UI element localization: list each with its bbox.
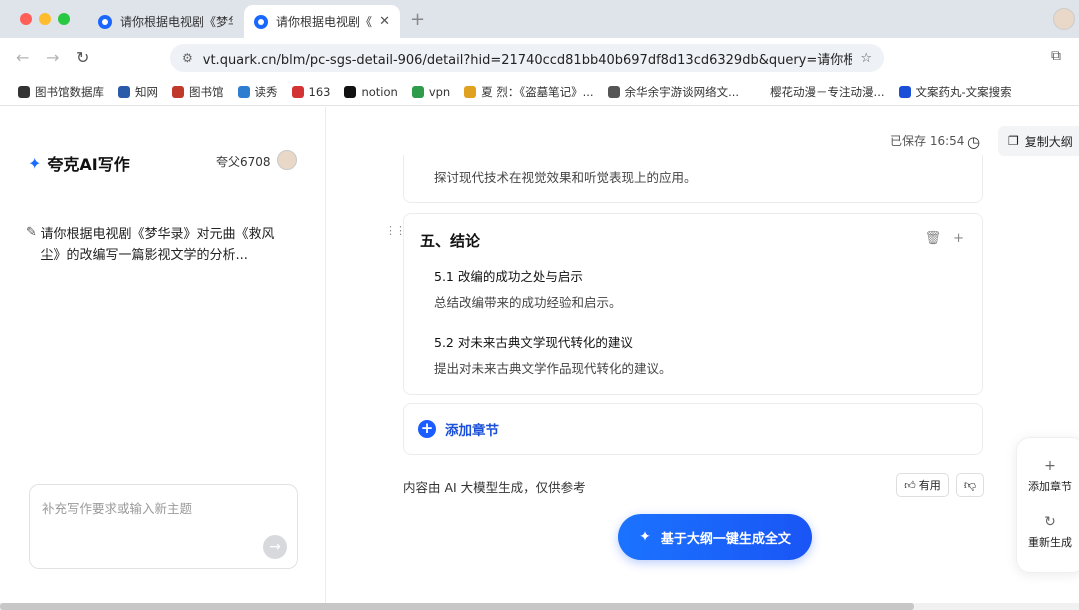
float-add-chapter-label: 添加章节 — [1028, 480, 1072, 493]
delete-icon[interactable]: 🗑 — [925, 231, 942, 246]
avatar[interactable] — [277, 150, 297, 170]
quark-favicon-icon — [254, 14, 268, 29]
username[interactable]: 夸父6708 — [216, 153, 271, 170]
bookmark-item[interactable]: vpn — [411, 85, 450, 99]
maximize-window-button[interactable] — [58, 13, 70, 25]
close-tab-icon[interactable]: ✕ — [379, 14, 390, 29]
bookmark-favicon-icon — [464, 85, 477, 98]
reload-icon[interactable]: ↻ — [76, 48, 89, 67]
section-title[interactable]: 五、结论 — [420, 230, 480, 251]
add-icon[interactable]: + — [953, 231, 964, 246]
bookmark-star-icon[interactable]: ☆ — [860, 51, 872, 66]
pen-icon: ✎ — [26, 225, 37, 240]
useful-label: 有用 — [918, 479, 941, 492]
browser-tab-bar: 请你根据电视剧《梦华 请你根据电视剧《 ✕ + — [0, 0, 1079, 38]
brand-logo[interactable]: ✦ 夸克AI写作 — [28, 151, 130, 175]
history-item-text: 请你根据电视剧《梦华录》对元曲《救风尘》的改编写一篇影视文学的分析... — [40, 227, 275, 263]
bookmark-item[interactable]: 知网 — [118, 84, 158, 100]
bookmark-favicon-icon — [411, 85, 424, 98]
dislike-button[interactable]: 👎︎ — [956, 473, 984, 497]
useful-button[interactable]: 👍︎ 有用 — [896, 473, 949, 497]
bookmark-item[interactable]: 读秀 — [237, 84, 278, 100]
brand-name: 夸克AI写作 — [47, 155, 130, 174]
bookmark-favicon-icon — [607, 85, 620, 98]
bookmark-item[interactable]: notion — [344, 85, 398, 99]
close-window-button[interactable] — [20, 13, 32, 25]
subsection-desc[interactable]: 提出对未来古典文学作品现代转化的建议。 — [434, 358, 672, 377]
history-item[interactable]: ✎ 请你根据电视剧《梦华录》对元曲《救风尘》的改编写一篇影视文学的分析... — [26, 224, 286, 266]
copy-outline-label: 复制大纲 — [1024, 134, 1073, 149]
bookmark-item[interactable]: 图书馆 — [172, 84, 224, 100]
generate-label: 基于大纲一键生成全文 — [660, 531, 791, 547]
site-settings-icon[interactable]: ⚙ — [182, 51, 193, 65]
sidebar: ✦ 夸克AI写作 夸父6708 ✎ 请你根据电视剧《梦华录》对元曲《救风尘》的改… — [0, 107, 326, 603]
bookmark-favicon-icon — [344, 85, 357, 98]
ai-disclaimer: 内容由 AI 大模型生成，仅供参考 — [403, 480, 586, 495]
back-arrow-icon[interactable]: ← — [16, 48, 29, 67]
refresh-icon: ↻ — [1044, 514, 1056, 530]
bookmark-favicon-icon — [291, 85, 304, 98]
address-bar-row: ← → ↻ ⚙ vt.quark.cn/blm/pc-sgs-detail-90… — [0, 38, 1079, 78]
copy-outline-button[interactable]: ❐ 复制大纲 — [998, 126, 1079, 156]
section-actions: 🗑 + — [925, 231, 964, 246]
quark-favicon-icon — [98, 14, 112, 29]
bookmark-favicon-icon — [898, 85, 911, 98]
history-clock-icon[interactable]: ◷ — [967, 133, 980, 151]
new-tab-button[interactable]: + — [410, 9, 425, 30]
generate-full-text-button[interactable]: ✦ 基于大纲一键生成全文 — [618, 514, 812, 560]
bookmark-item[interactable]: 图书馆数据库 — [18, 84, 104, 100]
bookmark-favicon-icon — [118, 85, 130, 98]
subsection-desc: 探讨现代技术在视觉效果和听觉表现上的应用。 — [434, 170, 697, 185]
tab-title: 请你根据电视剧《 — [276, 15, 373, 29]
extensions-icon[interactable]: ⧉ — [1051, 48, 1061, 64]
bookmark-favicon-icon — [753, 85, 766, 98]
plus-circle-icon: + — [418, 420, 436, 438]
floating-action-panel: + 添加章节 ↻ 重新生成 — [1016, 437, 1079, 573]
bookmark-item[interactable]: 163 — [291, 85, 330, 99]
regenerate-button[interactable]: ↻ 重新生成 — [1017, 514, 1079, 550]
url-input[interactable]: ⚙ vt.quark.cn/blm/pc-sgs-detail-906/deta… — [170, 44, 884, 72]
prompt-input[interactable] — [42, 498, 272, 538]
forward-arrow-icon[interactable]: → — [46, 48, 59, 67]
thumbs-down-icon: 👎︎ — [963, 477, 977, 492]
bookmark-favicon-icon — [237, 85, 250, 98]
browser-tab[interactable]: 请你根据电视剧《梦华 — [88, 5, 243, 38]
prompt-input-box: → — [29, 484, 298, 569]
regenerate-label: 重新生成 — [1028, 536, 1072, 549]
bookmark-item[interactable]: 樱花动漫－专注动漫... — [753, 84, 885, 100]
sparkle-icon: ✦ — [28, 153, 42, 173]
outline-card: 五、结论 🗑 + 5.1 改编的成功之处与启示 总结改编带来的成功经验和启示。 … — [403, 213, 983, 395]
drag-handle-icon[interactable]: ⋮⋮ — [385, 224, 406, 237]
add-chapter-label: 添加章节 — [445, 423, 499, 439]
saved-status: 已保存 16:54 — [890, 134, 965, 148]
bookmark-favicon-icon — [172, 85, 184, 98]
bookmark-item[interactable]: 余华余宇游谈网络文... — [607, 84, 739, 100]
plus-icon: + — [1044, 458, 1056, 474]
bookmark-item[interactable]: 夏 烈：《盗墓笔记》... — [464, 84, 594, 100]
tab-title: 请你根据电视剧《梦华 — [120, 15, 233, 29]
browser-tab-active[interactable]: 请你根据电视剧《 ✕ — [244, 5, 400, 38]
thumbs-up-icon: 👍︎ — [904, 478, 916, 492]
bookmark-item[interactable]: 文案药丸-文案搜索 — [898, 84, 1012, 100]
url-text: vt.quark.cn/blm/pc-sgs-detail-906/detail… — [202, 52, 853, 68]
bookmark-favicon-icon — [18, 85, 30, 98]
send-button[interactable]: → — [263, 535, 287, 559]
bookmarks-bar: 图书馆数据库 知网 图书馆 读秀 163 notion vpn 夏 烈：《盗墓笔… — [0, 78, 1079, 106]
copy-doc-icon: ❐ — [1008, 134, 1019, 148]
subsection-title[interactable]: 5.1 改编的成功之处与启示 — [434, 266, 583, 285]
horizontal-scrollbar-thumb[interactable] — [0, 603, 914, 610]
browser-profile-avatar[interactable] — [1053, 8, 1075, 30]
add-chapter-button[interactable]: + 添加章节 — [403, 403, 983, 455]
sparkle-icon: ✦ — [639, 529, 651, 545]
subsection-title[interactable]: 5.2 对未来古典文学现代转化的建议 — [434, 332, 633, 351]
float-add-chapter-button[interactable]: + 添加章节 — [1017, 458, 1079, 494]
subsection-desc[interactable]: 总结改编带来的成功经验和启示。 — [434, 292, 622, 311]
outline-card-previous: 探讨现代技术在视觉效果和听觉表现上的应用。 — [403, 155, 983, 203]
minimize-window-button[interactable] — [39, 13, 51, 25]
